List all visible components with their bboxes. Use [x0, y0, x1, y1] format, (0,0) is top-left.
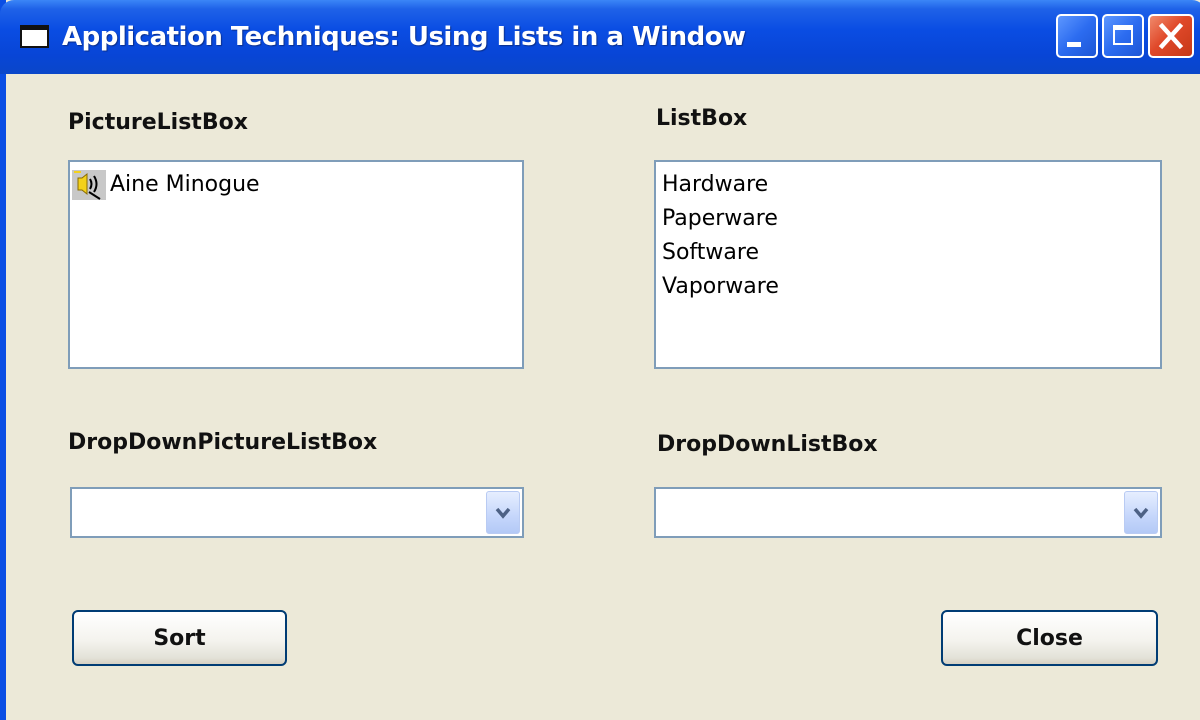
- maximize-icon: [1113, 25, 1133, 45]
- close-icon: [1158, 22, 1184, 50]
- list-item-vaporware[interactable]: Vaporware: [656, 270, 1160, 304]
- dropdown-picture-listbox-label: DropDownPictureListBox: [68, 430, 378, 455]
- picture-list-item-label: Aine Minogue: [110, 172, 260, 197]
- minimize-icon: [1067, 42, 1081, 47]
- picture-listbox-label: PictureListBox: [68, 110, 248, 135]
- app-window: Application Techniques: Using Lists in a…: [0, 0, 1200, 720]
- maximize-button[interactable]: [1102, 14, 1144, 58]
- list-item-hardware[interactable]: Hardware: [656, 168, 1160, 202]
- dropdown-listbox-label: DropDownListBox: [657, 432, 878, 457]
- title-bar[interactable]: Application Techniques: Using Lists in a…: [0, 0, 1200, 74]
- chevron-down-icon: [1133, 507, 1149, 519]
- listbox-label: ListBox: [656, 106, 748, 131]
- window-title: Application Techniques: Using Lists in a…: [62, 22, 746, 52]
- list-item-software[interactable]: Software: [656, 236, 1160, 270]
- list-item-paperware[interactable]: Paperware: [656, 202, 1160, 236]
- minimize-button[interactable]: [1056, 14, 1098, 58]
- close-window-button[interactable]: [1148, 14, 1194, 58]
- picture-list-item[interactable]: Aine Minogue: [70, 168, 522, 202]
- window-icon[interactable]: [20, 25, 49, 48]
- dropdown-listbox[interactable]: [654, 487, 1162, 538]
- picture-listbox[interactable]: Aine Minogue: [68, 160, 524, 369]
- dropdown-picture-listbox-arrow[interactable]: [486, 491, 520, 534]
- dropdown-picture-listbox[interactable]: [70, 487, 524, 538]
- audio-cd-icon: [72, 170, 106, 200]
- chevron-down-icon: [495, 507, 511, 519]
- close-button[interactable]: Close: [941, 610, 1158, 666]
- sort-button[interactable]: Sort: [72, 610, 287, 666]
- dropdown-listbox-arrow[interactable]: [1124, 491, 1158, 534]
- listbox[interactable]: Hardware Paperware Software Vaporware: [654, 160, 1162, 369]
